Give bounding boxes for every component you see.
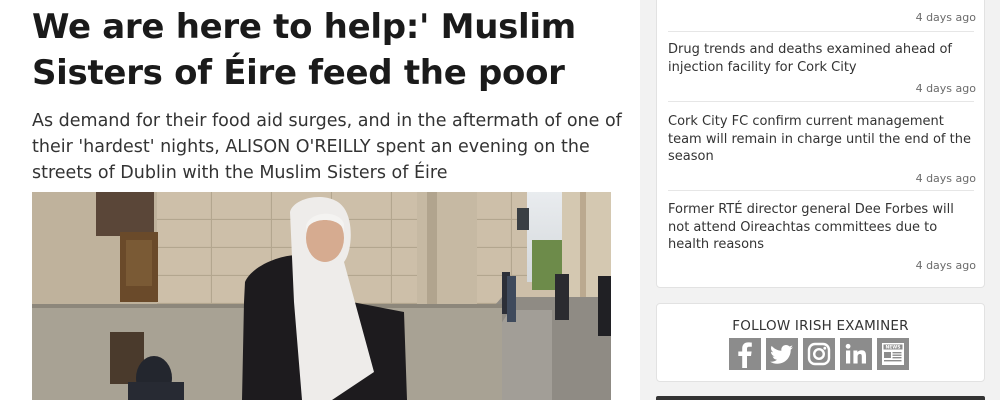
story-title[interactable]: Cork City FC confirm current management …: [668, 113, 976, 166]
news-story[interactable]: Former RTÉ director general Dee Forbes w…: [668, 201, 976, 272]
news-icon[interactable]: NEWS: [877, 338, 909, 370]
news-story[interactable]: Cork City FC confirm current management …: [668, 113, 976, 185]
instagram-icon[interactable]: [803, 338, 835, 370]
article-main: We are here to help:' Muslim Sisters of …: [0, 0, 640, 400]
news-story[interactable]: Drug trends and deaths examined ahead of…: [668, 41, 976, 95]
twitter-icon[interactable]: [766, 338, 798, 370]
facebook-icon[interactable]: [729, 338, 761, 370]
follow-title: FOLLOW IRISH EXAMINER: [732, 318, 909, 334]
next-panel-edge: [656, 396, 985, 400]
story-timestamp: 4 days ago: [915, 82, 976, 95]
article-photo-image: [32, 192, 611, 400]
article-standfirst: As demand for their food aid surges, and…: [32, 111, 622, 183]
divider: [668, 31, 974, 32]
story-title[interactable]: Former RTÉ director general Dee Forbes w…: [668, 201, 976, 254]
divider: [668, 101, 974, 102]
story-title[interactable]: Drug trends and deaths examined ahead of…: [668, 41, 976, 76]
article-headline: We are here to help:' Muslim Sisters of …: [32, 7, 576, 93]
linkedin-icon[interactable]: [840, 338, 872, 370]
story-timestamp: 4 days ago: [915, 11, 976, 24]
story-timestamp: 4 days ago: [915, 172, 976, 185]
follow-panel: FOLLOW IRISH EXAMINER NEWS: [656, 303, 985, 382]
story-timestamp: 4 days ago: [915, 259, 976, 272]
news-icon-label: NEWS: [885, 345, 900, 351]
latest-news-panel: 4 days ago Drug trends and deaths examin…: [656, 0, 985, 288]
article-photo[interactable]: [32, 192, 611, 400]
news-story[interactable]: 4 days ago: [668, 0, 976, 27]
social-links: NEWS: [729, 338, 909, 370]
divider: [668, 190, 974, 191]
